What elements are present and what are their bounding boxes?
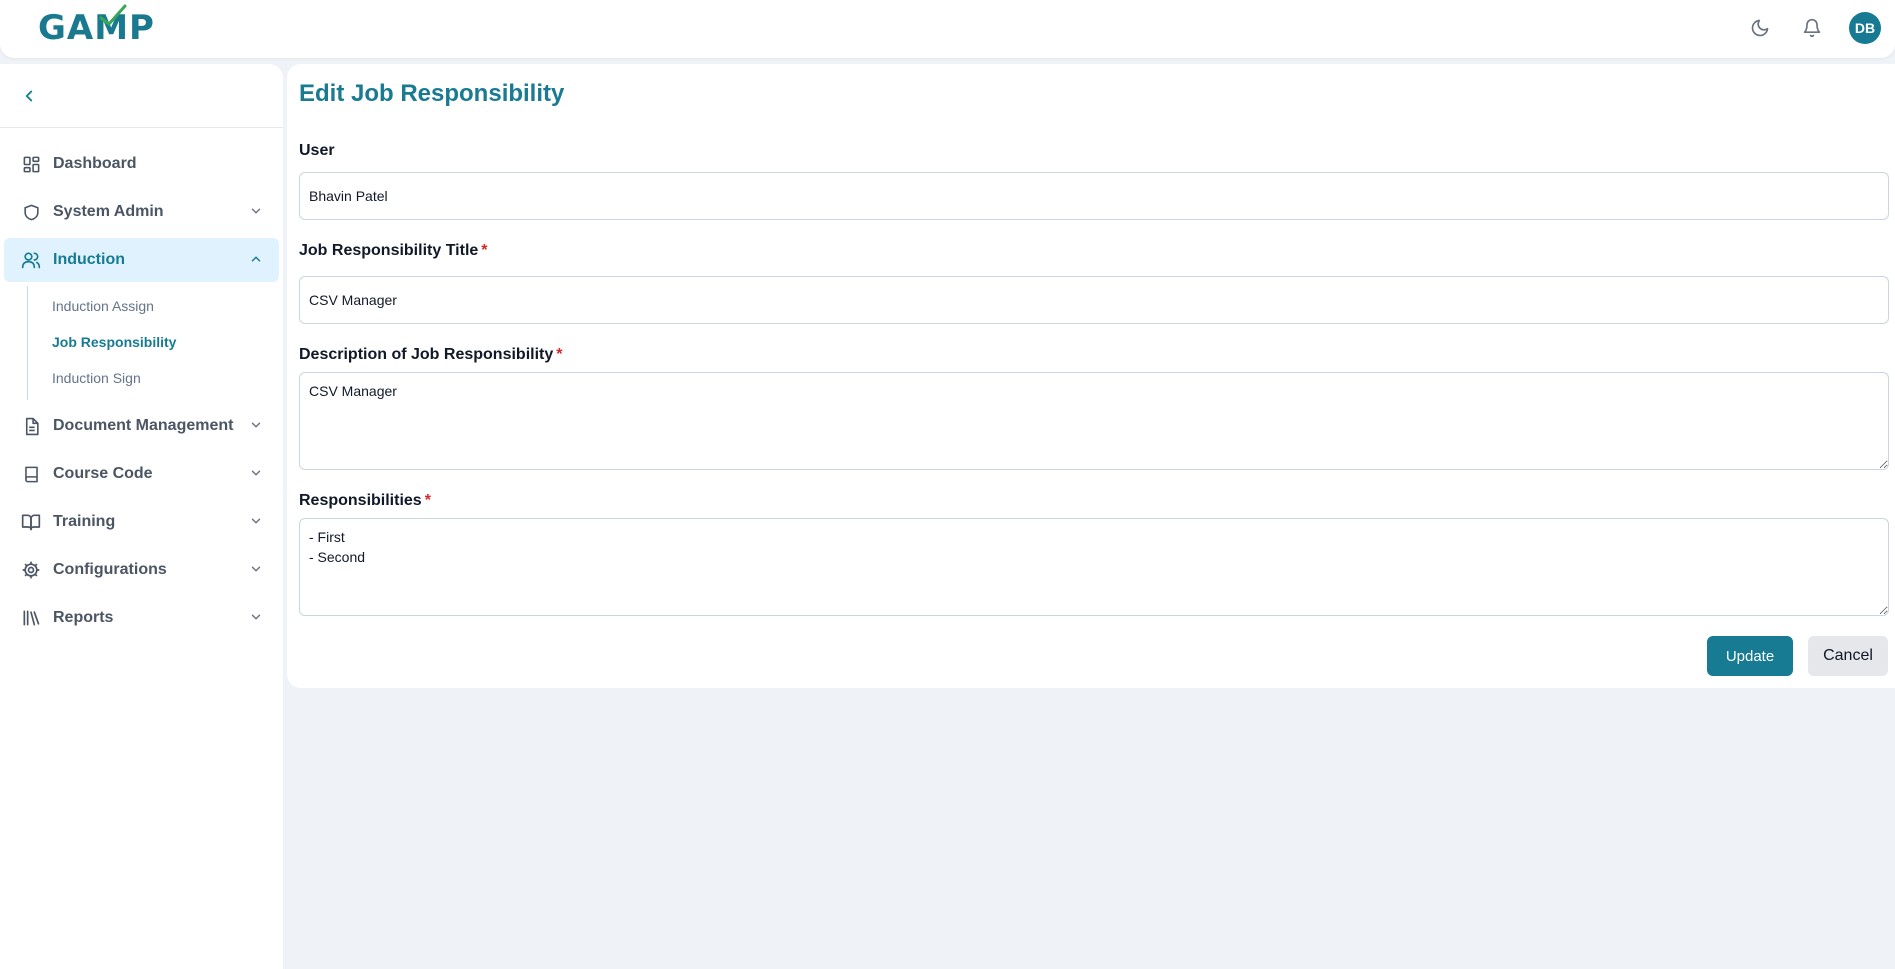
required-mark: *: [424, 492, 431, 509]
document-icon: [20, 415, 42, 437]
description-label: Description of Job Responsibility *: [299, 346, 562, 364]
user-label: User: [299, 142, 335, 160]
sidebar-item-label: Dashboard: [53, 155, 137, 172]
book-icon: [20, 463, 42, 485]
sidebar-subitem-induction-assign[interactable]: Induction Assign: [28, 288, 283, 324]
user-field[interactable]: [299, 172, 1889, 220]
sidebar-item-label: Document Management: [53, 417, 234, 434]
sidebar-item-reports[interactable]: Reports: [4, 596, 279, 640]
description-label-text: Description of Job Responsibility: [299, 346, 554, 363]
description-field[interactable]: CSV Manager: [299, 372, 1889, 470]
sidebar-item-training[interactable]: Training: [4, 500, 279, 544]
sidebar-subitem-job-responsibility[interactable]: Job Responsibility: [28, 324, 283, 360]
sidebar-item-induction[interactable]: Induction: [4, 238, 279, 282]
sidebar: Dashboard System Admin Induction Inducti…: [0, 64, 283, 969]
sidebar-item-course-code[interactable]: Course Code: [4, 452, 279, 496]
user-label-text: User: [299, 142, 335, 159]
sidebar-item-label: Configurations: [53, 561, 167, 578]
chevron-left-icon[interactable]: [20, 87, 38, 105]
open-book-icon: [20, 511, 42, 533]
sidebar-collapse-row: [0, 64, 283, 128]
chevron-down-icon: [251, 422, 261, 428]
logo[interactable]: GAMP: [38, 4, 155, 48]
chevron-down-icon: [251, 566, 261, 572]
user-avatar[interactable]: DB: [1849, 12, 1881, 44]
bell-icon: [1803, 18, 1821, 38]
chevron-down-icon: [251, 470, 261, 476]
dark-mode-toggle[interactable]: [1745, 13, 1775, 43]
sidebar-subitem-induction-sign[interactable]: Induction Sign: [28, 360, 283, 396]
notifications-button[interactable]: [1797, 13, 1827, 43]
top-bar: GAMP DB: [0, 0, 1895, 58]
dashboard-icon: [20, 153, 42, 175]
page-title: Edit Job Responsibility: [299, 80, 565, 107]
gear-icon: [20, 559, 42, 581]
users-icon: [20, 249, 42, 271]
moon-icon: [1751, 19, 1769, 37]
chevron-up-icon: [251, 256, 261, 262]
sidebar-item-configurations[interactable]: Configurations: [4, 548, 279, 592]
edit-form-card: Edit Job Responsibility User Job Respons…: [287, 64, 1895, 688]
library-icon: [20, 607, 42, 629]
responsibilities-field[interactable]: - First - Second: [299, 518, 1889, 616]
chevron-down-icon: [251, 518, 261, 524]
cancel-button[interactable]: Cancel: [1808, 636, 1888, 676]
sidebar-item-label: Reports: [53, 609, 114, 626]
logo-text: GAMP: [38, 8, 155, 48]
induction-submenu: Induction Assign Job Responsibility Indu…: [27, 286, 283, 400]
sidebar-item-label: System Admin: [53, 203, 164, 220]
sidebar-item-system-admin[interactable]: System Admin: [4, 190, 279, 234]
required-mark: *: [556, 346, 563, 363]
required-mark: *: [481, 242, 488, 259]
sidebar-item-document-management[interactable]: Document Management: [4, 404, 279, 448]
sidebar-item-label: Induction: [53, 251, 125, 268]
chevron-down-icon: [251, 208, 261, 214]
sidebar-item-label: Training: [53, 513, 116, 530]
responsibilities-label: Responsibilities *: [299, 492, 431, 510]
job-title-label: Job Responsibility Title *: [299, 242, 488, 260]
responsibilities-label-text: Responsibilities: [299, 492, 422, 509]
sidebar-item-label: Course Code: [53, 465, 153, 482]
update-button[interactable]: Update: [1707, 636, 1793, 676]
chevron-down-icon: [251, 614, 261, 620]
sidebar-item-dashboard[interactable]: Dashboard: [4, 142, 279, 186]
job-title-field[interactable]: [299, 276, 1889, 324]
job-title-label-text: Job Responsibility Title: [299, 242, 479, 259]
logo-check-icon: [99, 4, 127, 26]
shield-icon: [20, 201, 42, 223]
sidebar-nav: Dashboard System Admin Induction Inducti…: [0, 128, 283, 640]
